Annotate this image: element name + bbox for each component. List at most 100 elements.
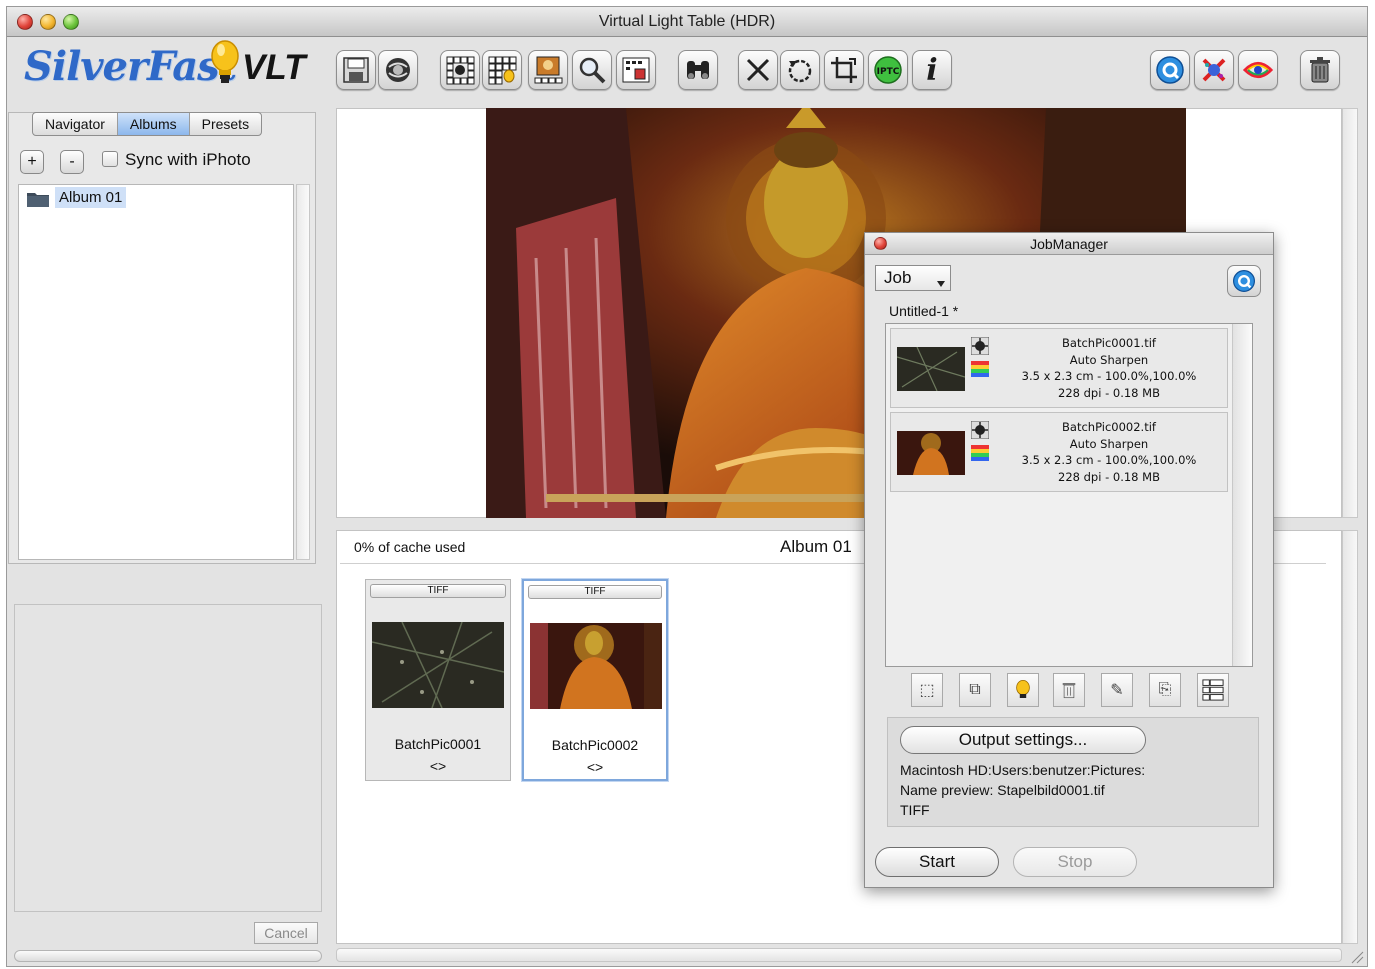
lightbulb-icon	[211, 40, 239, 83]
stop-button[interactable]: Stop	[1013, 847, 1137, 877]
info-icon: i	[926, 52, 938, 88]
logo-brand-text: SilverFast	[24, 43, 237, 90]
lighttable-icon	[534, 56, 563, 84]
copy-icon: ⎘	[1158, 681, 1172, 698]
grid-light-button[interactable]	[482, 50, 522, 90]
job-resolution: 228 dpi - 0.18 MB	[1058, 385, 1160, 400]
remove-album-button[interactable]: -	[60, 150, 84, 174]
jobmanager-close-button[interactable]	[874, 237, 887, 250]
color-profile-icon	[971, 445, 989, 461]
output-format: TIFF	[900, 802, 930, 818]
light-button[interactable]	[1007, 673, 1039, 707]
batch-grid-button[interactable]	[1197, 673, 1229, 707]
help-button[interactable]	[1150, 50, 1190, 90]
thumbnail-format-badge: TIFF	[528, 585, 662, 599]
color-correct-button[interactable]	[1194, 50, 1234, 90]
iptc-icon: IPTC	[874, 56, 902, 84]
globe-icon	[386, 58, 410, 82]
new-job-button[interactable]: ⬚	[911, 673, 943, 707]
copy-job-button[interactable]: ⎘	[1149, 673, 1181, 707]
tab-albums[interactable]: Albums	[117, 113, 190, 135]
save-icon	[343, 57, 369, 83]
list-item[interactable]: BatchPic0001.tif Auto Sharpen 3.5 x 2.3 …	[890, 328, 1228, 408]
add-images-icon: ⧉	[969, 681, 981, 698]
job-details: BatchPic0002.tif Auto Sharpen 3.5 x 2.3 …	[993, 419, 1225, 485]
add-album-button[interactable]: +	[20, 150, 44, 174]
thumbnail-batchpic0002[interactable]: TIFF BatchPic0002 <>	[522, 579, 668, 781]
start-button[interactable]: Start	[875, 847, 999, 877]
lighttable-button[interactable]	[528, 50, 568, 90]
hdr-eye-icon	[1243, 62, 1273, 78]
magnifier-button[interactable]	[572, 50, 612, 90]
iptc-label: IPTC	[877, 67, 900, 77]
album-list-scrollbar[interactable]	[296, 184, 310, 560]
trash-button[interactable]	[1300, 50, 1340, 90]
jobmanager-help-button[interactable]	[1227, 265, 1261, 297]
jobmanager-title-bar[interactable]: JobManager	[865, 233, 1273, 255]
job-list-scrollbar[interactable]	[1232, 324, 1252, 666]
delete-selection-button[interactable]	[738, 50, 778, 90]
thumbnail-name: BatchPic0002	[551, 737, 639, 753]
job-file-name: BatchPic0002.tif	[1062, 420, 1156, 434]
magnifier-icon	[579, 57, 606, 84]
thumbnail-image	[530, 623, 662, 709]
album-scrollbar[interactable]	[1342, 530, 1358, 944]
thumbnail-name: BatchPic0001	[394, 736, 482, 752]
preview-scrollbar[interactable]	[1342, 108, 1358, 518]
info-button[interactable]: i	[912, 50, 952, 90]
trash-icon	[1062, 683, 1076, 699]
color-profile-icon	[971, 361, 989, 377]
hdr-button[interactable]	[1238, 50, 1278, 90]
tab-presets[interactable]: Presets	[190, 113, 261, 135]
job-list: BatchPic0001.tif Auto Sharpen 3.5 x 2.3 …	[885, 323, 1253, 667]
light-icon	[1016, 680, 1030, 698]
album-list: Album 01	[18, 184, 294, 560]
close-x-icon	[746, 58, 770, 82]
rotate-button[interactable]	[780, 50, 820, 90]
compare-button[interactable]	[616, 50, 656, 90]
thumbnail-batchpic0001[interactable]: TIFF BatchPic0001 <>	[365, 579, 511, 781]
output-settings-button[interactable]: Output settings...	[900, 726, 1146, 754]
new-job-icon: ⬚	[919, 682, 935, 699]
logo-product-text: VLT	[242, 48, 306, 87]
compare-icon	[622, 57, 650, 83]
sync-iphoto-label: Sync with iPhoto	[125, 150, 251, 169]
job-filter: Auto Sharpen	[1069, 352, 1149, 367]
sidebar-tabs: Navigator Albums Presets	[32, 112, 263, 136]
job-name: Untitled-1 *	[889, 303, 959, 319]
crop-icon	[831, 57, 857, 83]
iptc-button[interactable]: IPTC	[868, 50, 908, 90]
window-title: Virtual Light Table (HDR)	[598, 13, 776, 30]
save-button[interactable]	[336, 50, 376, 90]
resize-grip-icon[interactable]	[1350, 950, 1364, 964]
output-settings-panel: Output settings... Macintosh HD:Users:be…	[887, 717, 1259, 827]
chevron-down-icon	[937, 281, 945, 287]
web-button[interactable]	[378, 50, 418, 90]
add-images-button[interactable]: ⧉	[959, 673, 991, 707]
cancel-button[interactable]: Cancel	[254, 922, 318, 944]
edit-job-button[interactable]: ✎	[1101, 673, 1133, 707]
thumbnail-subtext: <>	[429, 758, 447, 774]
grid-view-button[interactable]	[440, 50, 480, 90]
color-correct-icon	[1202, 58, 1226, 82]
binoculars-icon	[687, 61, 709, 79]
album-list-item[interactable]: Album 01	[55, 187, 127, 208]
sync-iphoto-checkbox[interactable]	[102, 151, 118, 167]
batch-grid-icon	[1202, 679, 1224, 701]
sharpen-filter-icon	[971, 337, 989, 355]
delete-job-button[interactable]	[1053, 673, 1085, 707]
job-size: 3.5 x 2.3 cm - 100.0%,100.0%	[1021, 369, 1197, 383]
jobmanager-window: JobManager Job Untitled-1 * BatchPic0001…	[864, 232, 1274, 888]
crop-button[interactable]	[824, 50, 864, 90]
job-file-name: BatchPic0001.tif	[1062, 336, 1156, 350]
job-select[interactable]: Job	[875, 265, 951, 291]
list-item[interactable]: BatchPic0002.tif Auto Sharpen 3.5 x 2.3 …	[890, 412, 1228, 492]
find-button[interactable]	[678, 50, 718, 90]
tab-navigator[interactable]: Navigator	[33, 113, 118, 135]
job-resolution: 228 dpi - 0.18 MB	[1058, 469, 1160, 484]
name-preview: Name preview: Stapelbild0001.tif	[900, 782, 1105, 798]
sidebar-info-panel	[14, 604, 322, 912]
cache-status: 0% of cache used	[354, 539, 466, 555]
title-bar[interactable]: Virtual Light Table (HDR)	[7, 7, 1367, 37]
jobmanager-title: JobManager	[1030, 236, 1108, 252]
